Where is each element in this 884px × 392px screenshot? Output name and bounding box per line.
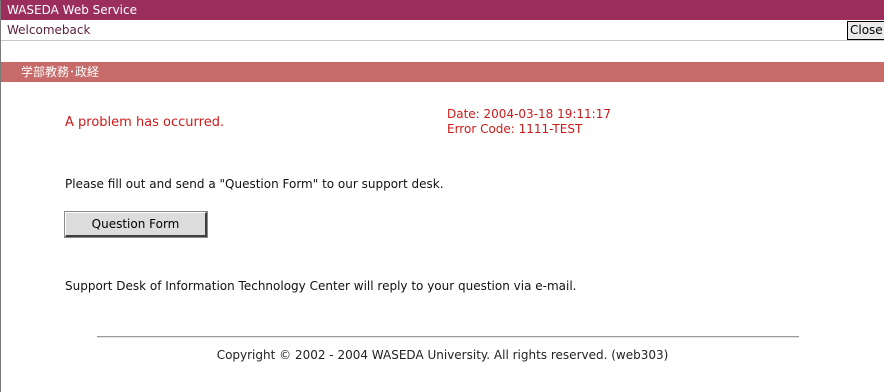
close-button[interactable]: Close	[847, 21, 884, 40]
reply-note-text: Support Desk of Information Technology C…	[65, 279, 577, 293]
question-form-button[interactable]: Question Form	[64, 211, 208, 238]
welcome-bar: Welcomeback Close	[1, 20, 884, 41]
window-title-bar: WASEDA Web Service	[1, 0, 884, 20]
instruction-text: Please fill out and send a "Question For…	[65, 177, 444, 191]
error-code: Error Code: 1111-TEST	[447, 122, 583, 136]
welcome-text: Welcomeback	[7, 23, 91, 37]
error-message: A problem has occurred.	[65, 115, 225, 130]
page-frame: WASEDA Web Service Welcomeback Close 学部教…	[0, 0, 884, 392]
window-title: WASEDA Web Service	[7, 3, 137, 17]
section-header-bar: 学部教務･政経	[1, 62, 884, 82]
footer-divider	[97, 336, 799, 338]
error-date: Date: 2004-03-18 19:11:17	[447, 107, 611, 121]
spacer	[1, 41, 884, 62]
section-title: 学部教務･政経	[21, 65, 100, 79]
copyright-text: Copyright © 2002 - 2004 WASEDA Universit…	[216, 348, 669, 362]
